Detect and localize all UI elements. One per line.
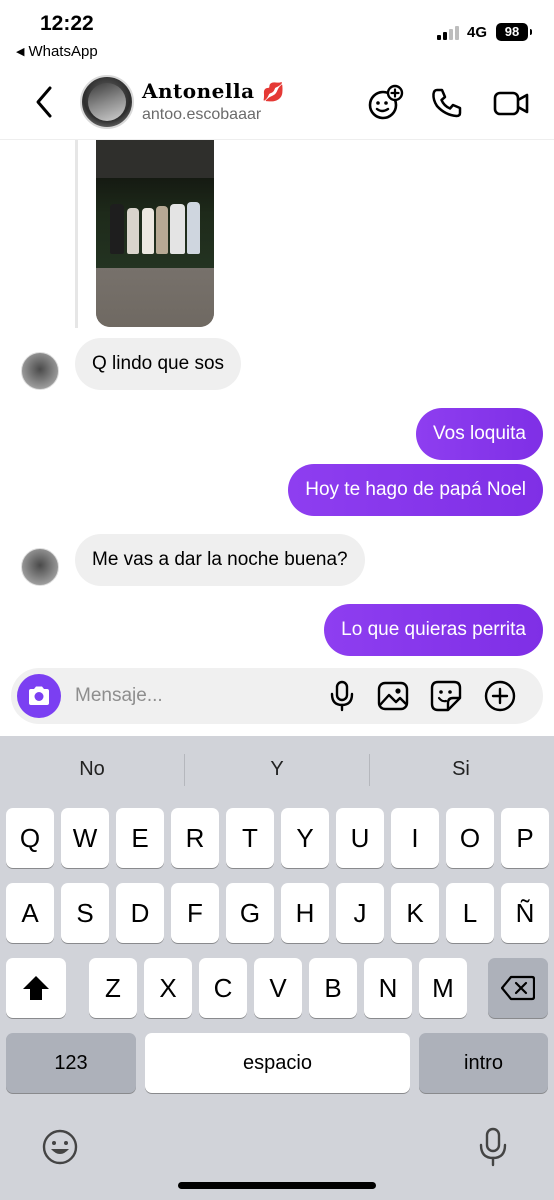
backspace-icon — [500, 975, 536, 1001]
message-outgoing[interactable]: Vos loquita — [416, 408, 543, 460]
backspace-key[interactable] — [488, 958, 548, 1018]
key[interactable]: Y — [281, 808, 329, 868]
contact-avatar-small[interactable] — [21, 352, 59, 390]
suggestion-divider — [369, 754, 370, 786]
message-outgoing[interactable]: Hoy te hago de papá Noel — [288, 464, 543, 516]
message-input[interactable] — [75, 668, 315, 724]
shift-key[interactable] — [6, 958, 66, 1018]
key[interactable]: I — [391, 808, 439, 868]
key[interactable]: Q — [6, 808, 54, 868]
key[interactable]: F — [171, 883, 219, 943]
shared-photo[interactable] — [96, 140, 214, 327]
space-key[interactable]: espacio — [145, 1033, 410, 1093]
contact-avatar-small[interactable] — [21, 548, 59, 586]
key[interactable]: L — [446, 883, 494, 943]
suggestion-item[interactable]: Y — [202, 758, 352, 781]
key[interactable]: U — [336, 808, 384, 868]
camera-icon — [29, 686, 49, 705]
emoji-icon[interactable] — [41, 1128, 79, 1166]
key[interactable]: P — [501, 808, 549, 868]
key[interactable]: W — [61, 808, 109, 868]
key[interactable]: T — [226, 808, 274, 868]
effects-icon[interactable] — [366, 84, 404, 122]
status-bar: 12:22 ◀ WhatsApp 4G 98 — [0, 0, 554, 64]
key[interactable]: R — [171, 808, 219, 868]
contact-name-text: Antonella — [142, 79, 255, 103]
message-composer — [11, 668, 543, 724]
status-time: 12:22 — [40, 12, 94, 35]
back-to-app-link[interactable]: ◀ WhatsApp — [16, 43, 98, 60]
contact-name[interactable]: Antonella 💋 — [142, 79, 285, 103]
key[interactable]: S — [61, 883, 109, 943]
dictation-icon[interactable] — [477, 1126, 509, 1168]
key[interactable]: N — [364, 958, 412, 1018]
key[interactable]: C — [199, 958, 247, 1018]
back-app-label: WhatsApp — [28, 43, 98, 60]
phone-icon[interactable] — [428, 84, 466, 122]
return-key[interactable]: intro — [419, 1033, 548, 1093]
contact-username: antoo.escobaaar — [142, 106, 262, 123]
network-label: 4G — [467, 24, 488, 41]
battery-icon: 98 — [496, 23, 532, 41]
key[interactable]: V — [254, 958, 302, 1018]
key[interactable]: Ñ — [501, 883, 549, 943]
key[interactable]: J — [336, 883, 384, 943]
video-icon[interactable] — [492, 84, 530, 122]
key[interactable]: O — [446, 808, 494, 868]
suggestion-divider — [184, 754, 185, 786]
lips-emoji: 💋 — [262, 82, 285, 103]
back-chevron-icon[interactable] — [30, 82, 62, 122]
reply-rail — [75, 140, 78, 328]
home-indicator[interactable] — [178, 1182, 376, 1189]
chat-header: Antonella 💋 antoo.escobaaar — [0, 64, 554, 140]
key[interactable]: D — [116, 883, 164, 943]
numbers-key[interactable]: 123 — [6, 1033, 136, 1093]
suggestion-item[interactable]: No — [17, 758, 167, 781]
signal-icon — [437, 26, 463, 40]
message-incoming[interactable]: Me vas a dar la noche buena? — [75, 534, 365, 586]
gallery-icon[interactable] — [376, 679, 410, 713]
message-incoming[interactable]: Q lindo que sos — [75, 338, 242, 390]
suggestion-item[interactable]: Si — [386, 758, 536, 781]
key[interactable]: G — [226, 883, 274, 943]
key[interactable]: B — [309, 958, 357, 1018]
camera-button[interactable] — [17, 674, 61, 718]
message-outgoing[interactable]: Lo que quieras perrita — [324, 604, 543, 656]
contact-avatar[interactable] — [80, 75, 134, 129]
key[interactable]: H — [281, 883, 329, 943]
key[interactable]: M — [419, 958, 467, 1018]
key[interactable]: E — [116, 808, 164, 868]
sticker-icon[interactable] — [429, 679, 463, 713]
key[interactable]: K — [391, 883, 439, 943]
microphone-icon[interactable] — [325, 679, 359, 713]
plus-icon[interactable] — [483, 679, 517, 713]
key[interactable]: X — [144, 958, 192, 1018]
suggestion-bar: No Y Si — [0, 736, 554, 804]
key[interactable]: A — [6, 883, 54, 943]
battery-level: 98 — [504, 24, 520, 39]
key[interactable]: Z — [89, 958, 137, 1018]
back-triangle-icon: ◀ — [16, 46, 25, 58]
shift-icon — [23, 976, 49, 1000]
keyboard: No Y Si Q W E R T Y U I O P A S D F G H … — [0, 736, 554, 1200]
